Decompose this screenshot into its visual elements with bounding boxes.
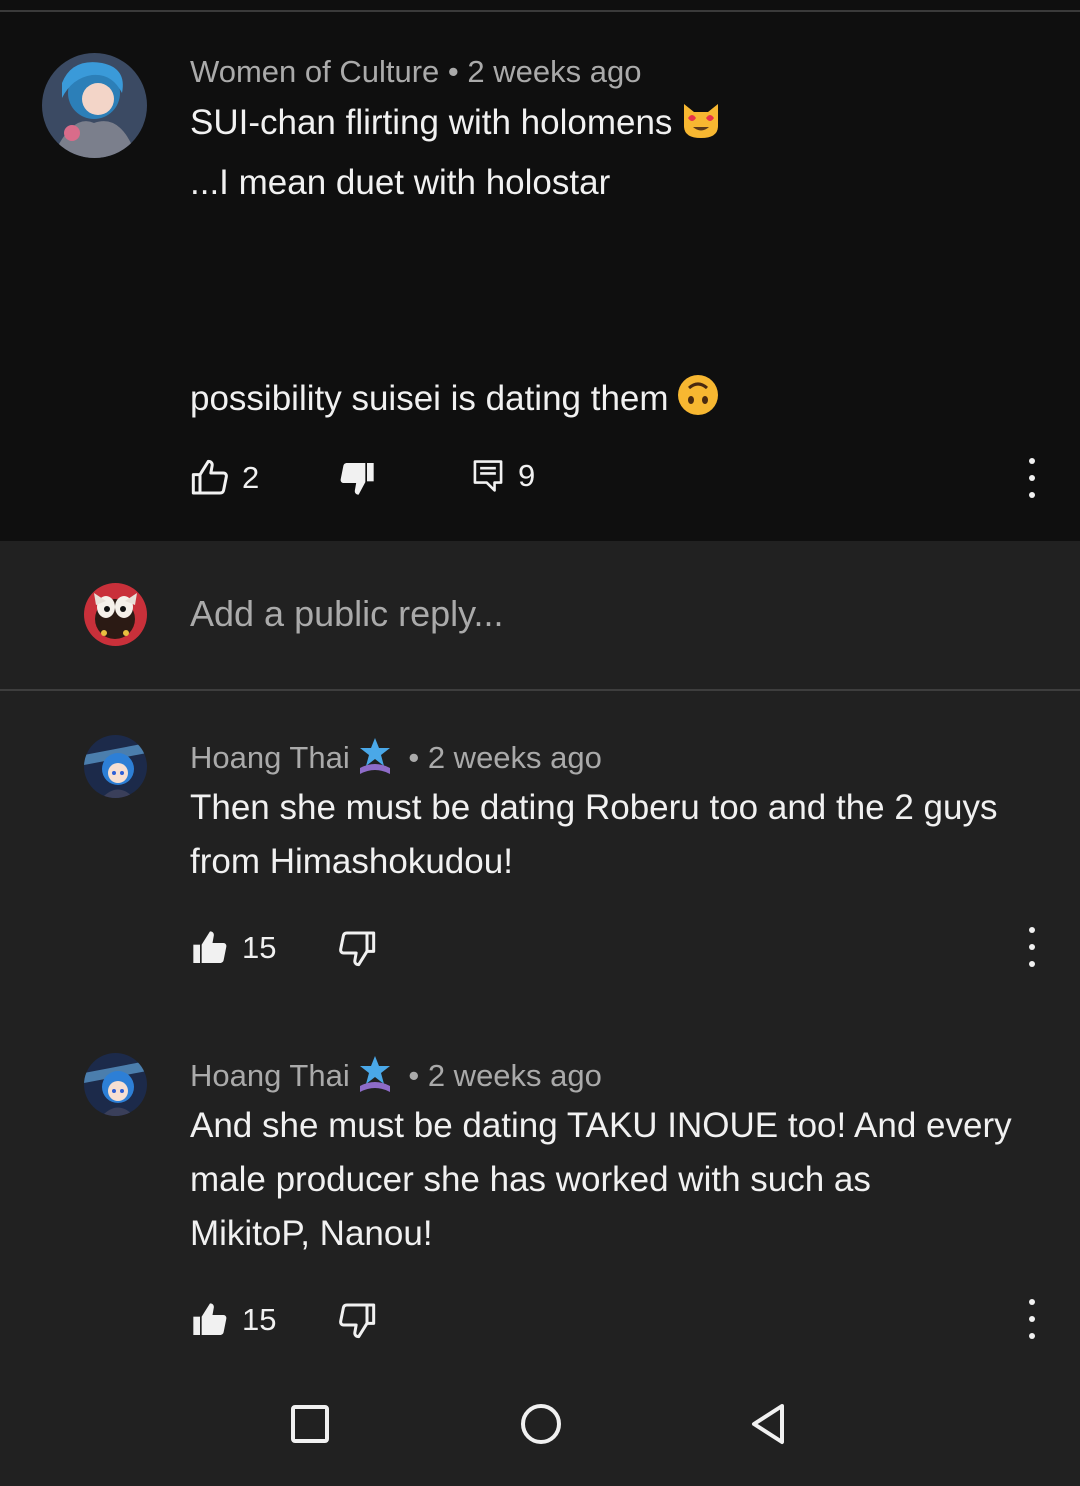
smiling-cat-heart-eyes-icon (680, 100, 722, 156)
more-options-button[interactable] (1022, 458, 1042, 498)
comment-line-text: possibility suisei is dating them (190, 379, 669, 418)
member-badge-icon (356, 1054, 394, 1102)
top-divider (0, 0, 1080, 12)
avatar[interactable] (84, 735, 147, 798)
comment-text: And she must be dating TAKU INOUE too! A… (190, 1099, 1050, 1261)
avatar[interactable] (84, 1053, 147, 1116)
system-navigation-bar (0, 1370, 1080, 1486)
circle-icon[interactable] (519, 1402, 563, 1451)
timestamp: 2 weeks ago (427, 740, 602, 776)
more-options-button[interactable] (1022, 927, 1042, 967)
dislike-button[interactable] (337, 458, 377, 498)
comment-line: MikitoP, Nanou! (190, 1214, 433, 1253)
like-count: 2 (242, 460, 260, 495)
reply-input-area[interactable]: Add a public reply... (0, 541, 1080, 691)
comment-text: Then she must be dating Roberu too and t… (190, 781, 1050, 889)
like-count: 15 (242, 930, 277, 965)
triangle-back-icon[interactable] (748, 1402, 788, 1451)
comment-line: And she must be dating TAKU INOUE too! A… (190, 1106, 1012, 1145)
reply-button[interactable]: 9 (472, 458, 535, 494)
thumbs-down-filled-icon (337, 458, 377, 498)
comment-meta: Women of Culture • 2 weeks ago (190, 54, 641, 90)
comment-line: possibility suisei is dating them (190, 372, 1050, 432)
comment-meta: Hoang Thai • 2 weeks ago (190, 736, 602, 784)
upside-down-face-icon (677, 374, 719, 432)
reply-count: 9 (518, 458, 536, 493)
comment-line: ...I mean duet with holostar (190, 163, 611, 202)
thumbs-up-filled-icon (190, 928, 230, 968)
like-button[interactable]: 15 (190, 928, 276, 968)
thumbs-down-outline-icon (337, 1300, 377, 1340)
square-icon[interactable] (290, 1404, 330, 1449)
timestamp: 2 weeks ago (427, 1058, 602, 1094)
main-comment: Women of Culture • 2 weeks ago SUI-chan … (0, 12, 1080, 541)
avatar (84, 583, 147, 646)
comment-text: SUI-chan flirting with holomens ...I mea… (190, 96, 1050, 432)
separator-dot: • (447, 54, 459, 89)
comment-icon (472, 459, 504, 493)
comment-line-text: SUI-chan flirting with holomens (190, 103, 673, 142)
comment-line: Then she must be dating Roberu too and t… (190, 788, 998, 827)
comment-line: SUI-chan flirting with holomens (190, 96, 1050, 156)
like-count: 15 (242, 1302, 277, 1337)
author-name[interactable]: Hoang Thai (190, 740, 350, 775)
dislike-button[interactable] (337, 928, 377, 968)
separator-dot: • (408, 1058, 420, 1094)
thumbs-down-outline-icon (337, 928, 377, 968)
more-options-button[interactable] (1022, 1299, 1042, 1339)
thumbs-up-filled-icon (190, 1300, 230, 1340)
like-button[interactable]: 15 (190, 1300, 276, 1340)
author-name[interactable]: Hoang Thai (190, 1058, 350, 1093)
comment-line: from Himashokudou! (190, 842, 513, 881)
comment-line: male producer she has worked with such a… (190, 1160, 871, 1199)
like-button[interactable]: 2 (190, 458, 259, 498)
separator-dot: • (408, 740, 420, 776)
dislike-button[interactable] (337, 1300, 377, 1340)
thumbs-up-outline-icon (190, 458, 230, 498)
reply-input[interactable]: Add a public reply... (190, 593, 504, 635)
timestamp: 2 weeks ago (467, 54, 642, 89)
author-name[interactable]: Women of Culture (190, 54, 439, 89)
avatar[interactable] (42, 53, 147, 158)
comment-meta: Hoang Thai • 2 weeks ago (190, 1054, 602, 1102)
member-badge-icon (356, 736, 394, 784)
